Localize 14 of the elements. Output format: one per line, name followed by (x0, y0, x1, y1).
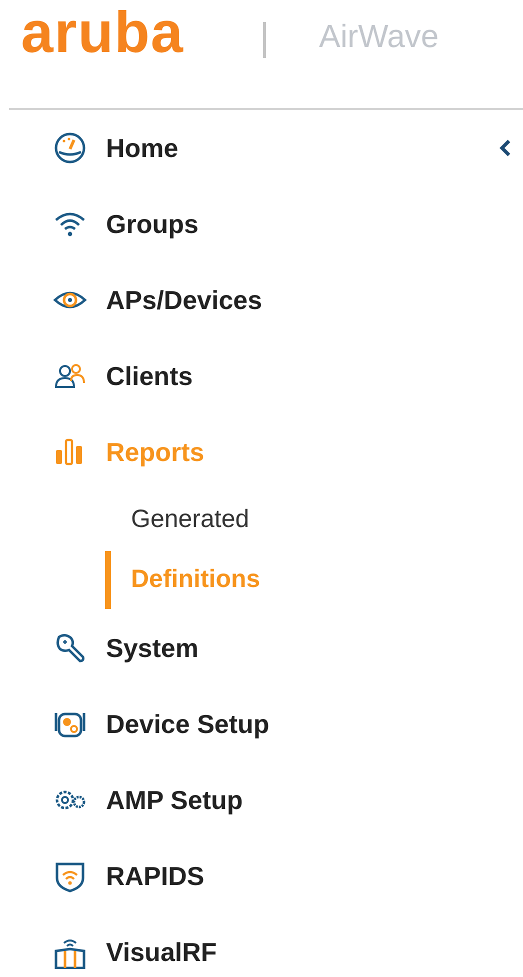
nav-item[interactable]: System (106, 628, 198, 668)
nav-item[interactable]: RAPIDS (106, 856, 204, 896)
nav-subitem[interactable]: Generated (131, 501, 250, 539)
nav-item[interactable]: Device Setup (106, 704, 270, 744)
gauge-icon (53, 131, 87, 165)
nav-item[interactable]: Clients (106, 356, 193, 396)
nav-item[interactable]: Groups (106, 204, 198, 244)
logo: aruba (21, 4, 184, 62)
nav-item[interactable]: AMP Setup (106, 780, 243, 820)
nav-item[interactable]: Home (106, 128, 178, 168)
nav-item[interactable]: VisualRF (106, 932, 217, 972)
collapse-chevron-icon[interactable] (499, 139, 511, 157)
nav-item[interactable]: APs/Devices (106, 280, 262, 320)
product-name: AirWave (319, 20, 439, 52)
